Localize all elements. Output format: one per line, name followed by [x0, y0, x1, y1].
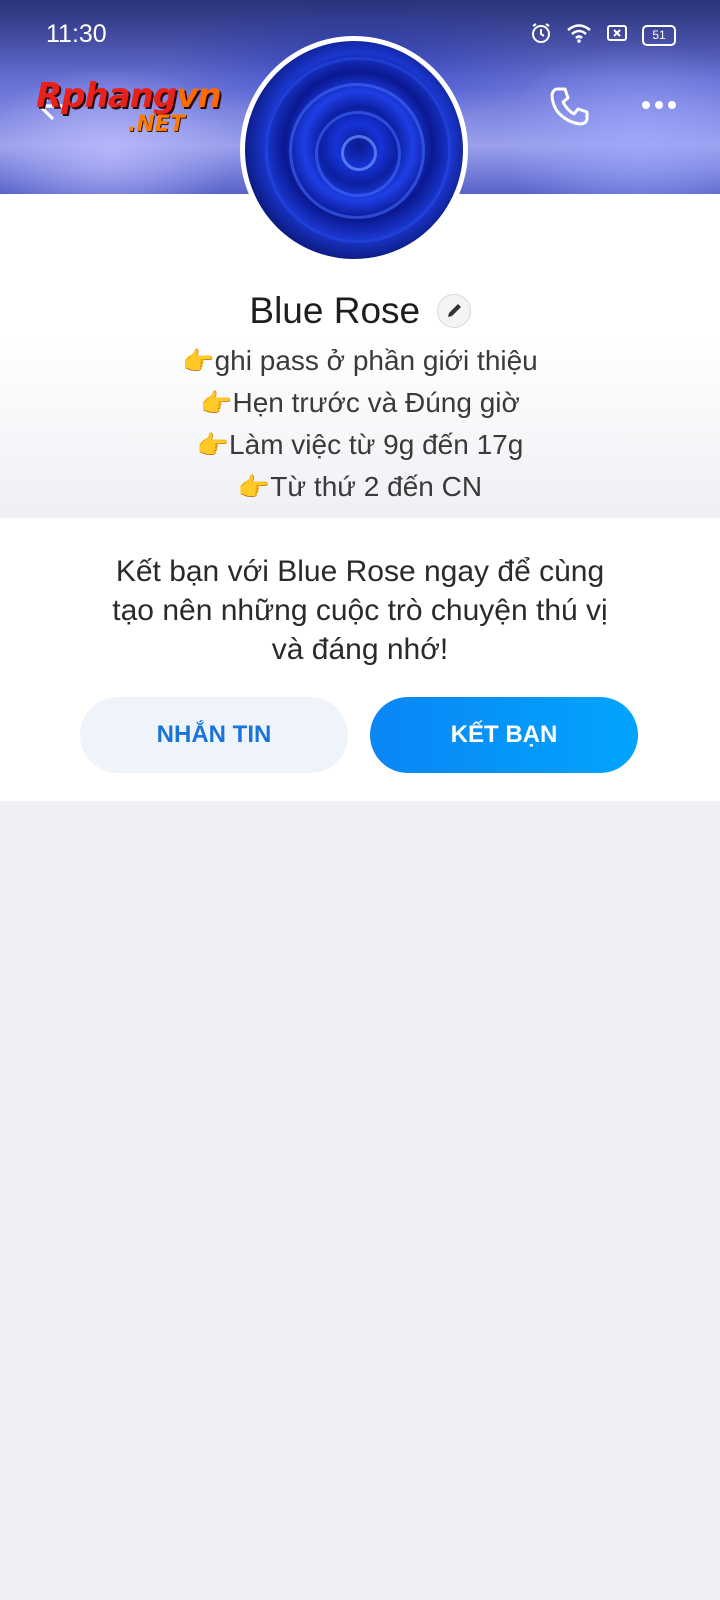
alarm-icon [530, 22, 552, 49]
bio-line: 👉ghi pass ở phần giới thiệu [0, 340, 720, 382]
status-time: 11:30 [46, 20, 107, 48]
bio-line: 👉Từ thứ 2 đến CN [0, 466, 720, 508]
status-icons: 51 [530, 22, 676, 49]
bio-text: Hẹn trước và Đúng giờ [232, 387, 520, 418]
bio-line: 👉Hẹn trước và Đúng giờ [0, 382, 720, 424]
avatar[interactable] [240, 36, 468, 264]
pencil-icon [447, 304, 461, 317]
profile-name: Blue Rose [249, 290, 421, 331]
phone-icon [550, 87, 589, 126]
pointing-hand-icon: 👉 [200, 388, 233, 418]
more-button[interactable] [640, 90, 680, 120]
bio: 👉ghi pass ở phần giới thiệu 👉Hẹn trước v… [0, 340, 720, 508]
bio-text: Từ thứ 2 đến CN [270, 471, 483, 502]
edit-name-button[interactable] [436, 294, 471, 328]
bio-text: Làm việc từ 9g đến 17g [229, 429, 524, 460]
invite-line: tạo nên những cuộc trò chuyện thú vị [112, 594, 608, 627]
name-row: Blue Rose [0, 290, 720, 332]
call-button[interactable] [548, 84, 592, 128]
pointing-hand-icon: 👉 [196, 430, 230, 460]
logo-suffix: .NET [128, 112, 185, 137]
pointing-hand-icon: 👉 [182, 346, 215, 376]
bio-text: ghi pass ở phần giới thiệu [214, 345, 538, 376]
wifi-icon [566, 22, 592, 49]
invite-message: Kết bạn với Blue Rose ngay để cùng tạo n… [80, 552, 640, 669]
battery-icon: 51 [642, 25, 676, 46]
logo-main-text: Rphangvn [36, 76, 222, 116]
message-button[interactable]: NHẮN TIN [80, 697, 348, 773]
add-friend-button[interactable]: KẾT BẠN [370, 697, 638, 773]
invite-line: Kết bạn với Blue Rose ngay để cùng [115, 555, 605, 588]
sim-x-icon [606, 23, 628, 48]
pointing-hand-icon: 👉 [237, 472, 271, 502]
bio-line: 👉Làm việc từ 9g đến 17g [0, 424, 720, 466]
invite-line: và đáng nhớ! [271, 633, 449, 666]
add-friend-card: Kết bạn với Blue Rose ngay để cùng tạo n… [0, 518, 720, 801]
site-logo-watermark: Rphangvn .NET [36, 76, 222, 137]
more-dots-icon [642, 101, 676, 109]
